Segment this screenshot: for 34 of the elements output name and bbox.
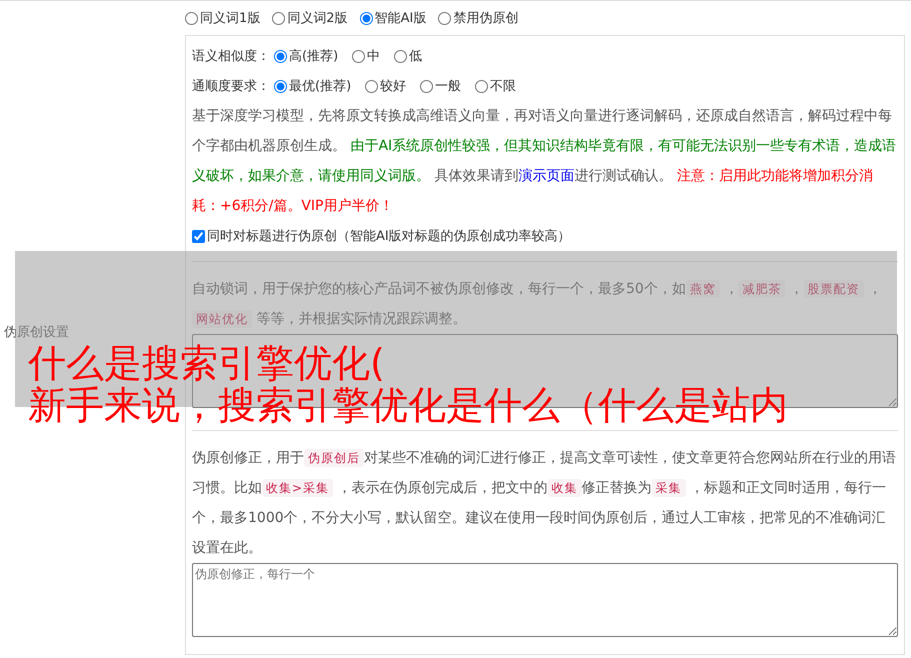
radio-label[interactable]: 智能AI版 [374, 9, 426, 27]
radio-label[interactable]: 低 [409, 47, 422, 65]
radio-label[interactable]: 最优(推荐) [289, 77, 352, 95]
radio-button[interactable] [272, 12, 286, 24]
overlay-title: 什么是搜索引擎优化( [28, 342, 385, 384]
corrections-field[interactable]: 伪原创修正，每行一个 [192, 563, 898, 637]
radio-label[interactable]: 较好 [380, 77, 406, 95]
demo-page-link[interactable]: 演示页面 [518, 168, 574, 184]
radio-label[interactable]: 同义词1版 [200, 9, 260, 27]
checkbox[interactable] [192, 230, 205, 242]
corrections-description: 伪原创修正，用于 伪原创后 对某些不准确的词汇进行修正，提高文章可读性，使文章更符合您网站所在行业的用语习惯。比如 收集>采集 ，表示在伪原创完成后，把文中的 收集 修正替换为 采集 ，标题和正文同时适用，每行一个，最多1000个，不分大小写，默认留空。建议在使用一段时间伪原创后，通过人工审核，把常见的不准确词汇设置在此。 [192, 448, 897, 558]
radio-label[interactable]: 高(推荐) [289, 47, 338, 65]
option-label: 通顺度要求： [192, 78, 270, 95]
radio-button[interactable] [438, 12, 452, 24]
overlay-title: 新手来说，搜索引擎优化是什么（什么是站内 [28, 384, 788, 426]
radio-label[interactable]: 同义词2版 [287, 9, 348, 27]
radio-button[interactable] [274, 80, 287, 92]
radio-button[interactable] [365, 80, 378, 92]
radio-button[interactable] [185, 12, 198, 24]
radio-label[interactable]: 不限 [490, 77, 516, 95]
radio-button[interactable] [420, 80, 434, 92]
radio-button[interactable] [475, 80, 488, 92]
radio-label[interactable]: 禁用伪原创 [453, 9, 518, 27]
radio-button[interactable] [274, 50, 287, 62]
radio-button[interactable] [360, 12, 373, 24]
radio-button[interactable] [352, 50, 366, 62]
lock-words-description: 自动锁词，用于保护您的核心产品词不被伪原创修改，每行一个，最多50个，如 燕窝 ， 减肥茶 ， 股票配资 ， 网站优化 等等，并根据实际情况跟踪调整。 [192, 279, 884, 330]
section-label: 伪原创设置 [4, 324, 69, 340]
radio-label[interactable]: 中 [367, 47, 380, 65]
option-label: 语义相似度： [192, 48, 270, 65]
ai-description: 基于深度学习模型，先将原文转换成高维语义向量，再对语义向量进行逐词解码，还原成自然语言，解码过程中每个字都由机器原创生成。 由于AI系统原创性较强，但其知识结构毕竟有限，有可能无法识别一些专有术语，造成语义破坏，如果介意，请使用同义词版。 具体效果请到演示页面进行测试确认。 注意：启用此功能将增加积分消耗：+6积分/篇。VIP用户半价！ [192, 107, 898, 216]
radio-button[interactable] [394, 50, 408, 62]
radio-label[interactable]: 一般 [435, 77, 462, 95]
checkbox-label[interactable]: 同时对标题进行伪原创（智能AI版对标题的伪原创成功率较高） [207, 227, 571, 245]
